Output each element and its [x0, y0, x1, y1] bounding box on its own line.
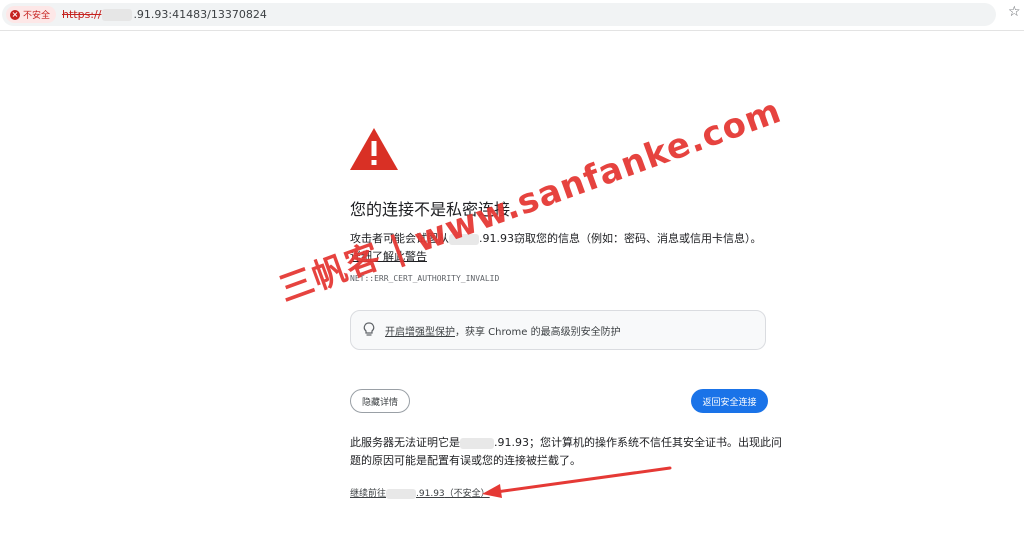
browser-toolbar: × 不安全 https:// .91.93:41483/13370824 ☆	[0, 0, 1024, 31]
security-chip-label: 不安全	[23, 11, 51, 21]
explain-text-1: 此服务器无法证明它是	[350, 436, 460, 449]
learn-more-link[interactable]: 详细了解此警告	[350, 250, 427, 263]
warning-icon	[350, 128, 398, 170]
lightbulb-icon	[363, 322, 375, 336]
security-chip[interactable]: × 不安全	[6, 6, 57, 23]
proceed-unsafe-link[interactable]: 继续前往 .91.93（不安全）	[350, 486, 490, 499]
enhanced-protection-banner: 开启增强型保护 ，获享 Chrome 的最高级别安全防护	[350, 310, 766, 350]
annotation-arrow	[482, 466, 672, 498]
bookmark-star-icon[interactable]: ☆	[1008, 5, 1021, 19]
redacted-host	[102, 8, 133, 21]
proceed-host: .91.93	[416, 489, 445, 499]
proceed-text-1: 继续前往	[350, 489, 387, 499]
explain-host: .91.93	[494, 436, 529, 449]
description: 攻击者可能会试图从 .91.93窃取您的信息（例如：密码、消息或信用卡信息）。详细…	[350, 230, 770, 266]
enhanced-protection-link[interactable]: 开启增强型保护	[385, 323, 455, 338]
url-scheme: https://	[62, 8, 102, 21]
redacted-host	[449, 233, 479, 245]
redacted-host	[460, 437, 494, 449]
page-title: 您的连接不是私密连接	[350, 200, 511, 219]
url-rest: .91.93:41483/13370824	[133, 8, 267, 21]
hide-details-button[interactable]: 隐藏详情	[350, 389, 410, 413]
desc-host: .91.93	[479, 232, 514, 245]
error-code: NET::ERR_CERT_AUTHORITY_INVALID	[350, 274, 500, 283]
watermark-text: 三帆客 | www.sanfanke.com	[273, 90, 787, 311]
address-bar[interactable]: × 不安全 https:// .91.93:41483/13370824	[2, 3, 996, 26]
not-secure-icon: ×	[10, 9, 20, 20]
back-to-safety-button[interactable]: 返回安全连接	[691, 389, 768, 413]
desc-text-1: 攻击者可能会试图从	[350, 232, 449, 245]
desc-text-2: 窃取您的信息（例如：密码、消息或信用卡信息）。	[514, 232, 762, 245]
redacted-host	[386, 488, 417, 499]
enhanced-protection-text: ，获享 Chrome 的最高级别安全防护	[455, 326, 621, 338]
url-text[interactable]: https:// .91.93:41483/13370824	[62, 8, 267, 21]
